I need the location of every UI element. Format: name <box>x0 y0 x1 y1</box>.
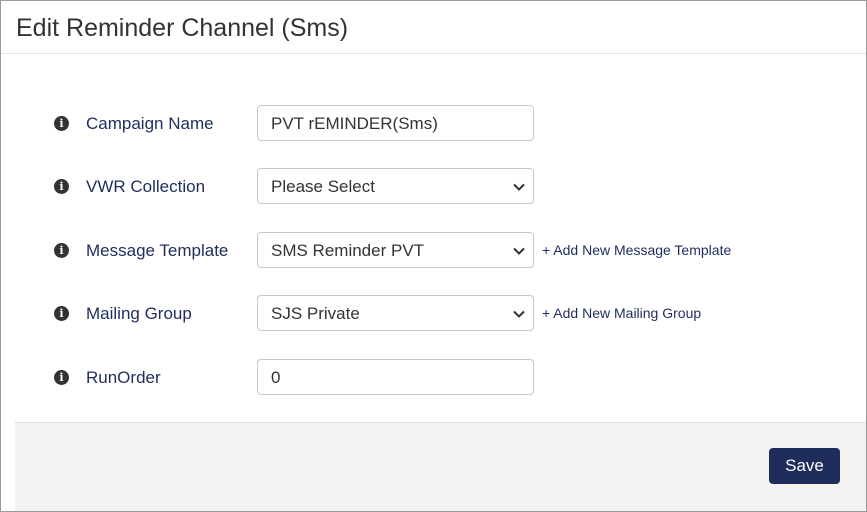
info-icon[interactable]: i <box>54 370 69 385</box>
run-order-value: 0 <box>271 368 281 387</box>
info-icon[interactable]: i <box>54 116 69 131</box>
panel-header: Edit Reminder Channel (Sms) <box>1 1 866 54</box>
info-icon[interactable]: i <box>54 306 69 321</box>
vwr-collection-row: i VWR Collection Please Select <box>1 168 866 206</box>
add-new-mailing-group-link[interactable]: + Add New Mailing Group <box>542 304 701 322</box>
chevron-down-icon <box>513 183 525 191</box>
vwr-collection-label: VWR Collection <box>86 177 206 196</box>
campaign-name-value: PVT rEMINDER(Sms) <box>271 114 438 133</box>
campaign-name-label: Campaign Name <box>86 114 214 133</box>
run-order-label: RunOrder <box>86 368 161 387</box>
run-order-input[interactable]: 0 <box>257 359 534 395</box>
message-template-select[interactable]: SMS Reminder PVT <box>257 232 534 268</box>
message-template-label: Message Template <box>86 241 229 260</box>
vwr-collection-select[interactable]: Please Select <box>257 168 534 204</box>
info-icon[interactable]: i <box>54 243 69 258</box>
edit-reminder-channel-panel: Edit Reminder Channel (Sms) i Campaign N… <box>0 0 867 512</box>
campaign-name-input[interactable]: PVT rEMINDER(Sms) <box>257 105 534 141</box>
chevron-down-icon <box>513 247 525 255</box>
mailing-group-label: Mailing Group <box>86 304 192 323</box>
mailing-group-row: i Mailing Group SJS Private + Add New Ma… <box>1 295 866 333</box>
chevron-down-icon <box>513 310 525 318</box>
mailing-group-selected: SJS Private <box>271 304 360 323</box>
message-template-selected: SMS Reminder PVT <box>271 241 425 260</box>
run-order-row: i RunOrder 0 <box>1 359 866 397</box>
page-title: Edit Reminder Channel (Sms) <box>16 14 349 42</box>
mailing-group-select[interactable]: SJS Private <box>257 295 534 331</box>
save-button[interactable]: Save <box>769 448 840 484</box>
vwr-collection-selected: Please Select <box>271 177 375 196</box>
campaign-name-row: i Campaign Name PVT rEMINDER(Sms) <box>1 105 866 143</box>
message-template-row: i Message Template SMS Reminder PVT + Ad… <box>1 232 866 270</box>
info-icon[interactable]: i <box>54 179 69 194</box>
add-new-message-template-link[interactable]: + Add New Message Template <box>542 241 731 259</box>
panel-footer: Save <box>15 422 866 511</box>
